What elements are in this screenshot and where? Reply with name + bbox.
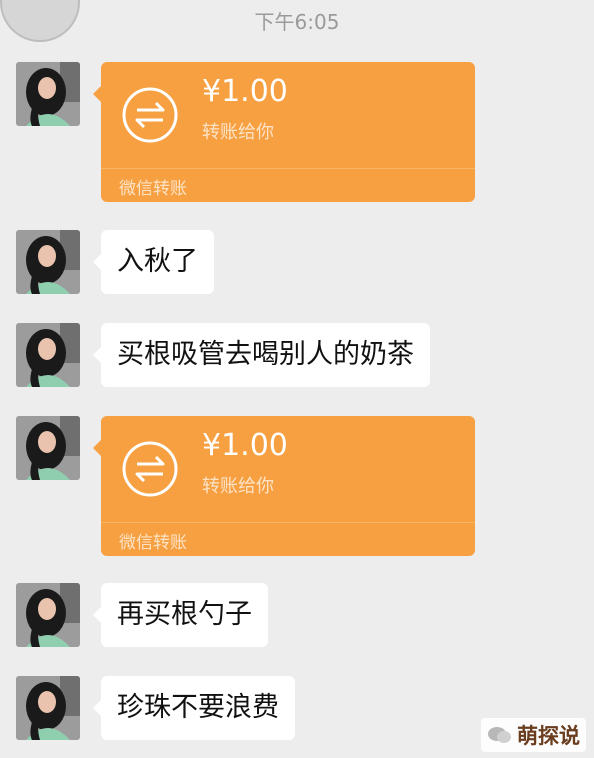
transfer-footer: 微信转账 [119, 179, 187, 199]
transfer-note: 转账给你 [202, 122, 274, 143]
transfer-icon [122, 441, 178, 497]
text-bubble[interactable]: 买根吸管去喝别人的奶茶 [93, 323, 430, 387]
sender-avatar[interactable] [16, 583, 80, 647]
transfer-card[interactable]: ¥1.00 转账给你 微信转账 [93, 62, 475, 202]
transfer-amount: ¥1.00 [202, 74, 288, 109]
text-bubble[interactable]: 入秋了 [93, 230, 214, 294]
watermark: 萌探说 [481, 718, 586, 752]
sender-avatar[interactable] [16, 676, 80, 740]
sender-avatar[interactable] [16, 416, 80, 480]
wechat-official-account-icon [488, 727, 511, 743]
transfer-icon [122, 87, 178, 143]
transfer-divider [101, 168, 475, 169]
transfer-card[interactable]: ¥1.00 转账给你 微信转账 [93, 416, 475, 556]
transfer-divider [101, 522, 475, 523]
sender-avatar[interactable] [16, 230, 80, 294]
text-bubble[interactable]: 珍珠不要浪费 [93, 676, 295, 740]
message-timestamp: 下午6:05 [254, 10, 340, 34]
transfer-note: 转账给你 [202, 476, 274, 497]
sender-avatar[interactable] [16, 62, 80, 126]
watermark-text: 萌探说 [517, 724, 580, 748]
transfer-footer: 微信转账 [119, 533, 187, 553]
transfer-amount: ¥1.00 [202, 428, 288, 463]
sender-avatar[interactable] [16, 323, 80, 387]
text-bubble[interactable]: 再买根勺子 [93, 583, 268, 647]
